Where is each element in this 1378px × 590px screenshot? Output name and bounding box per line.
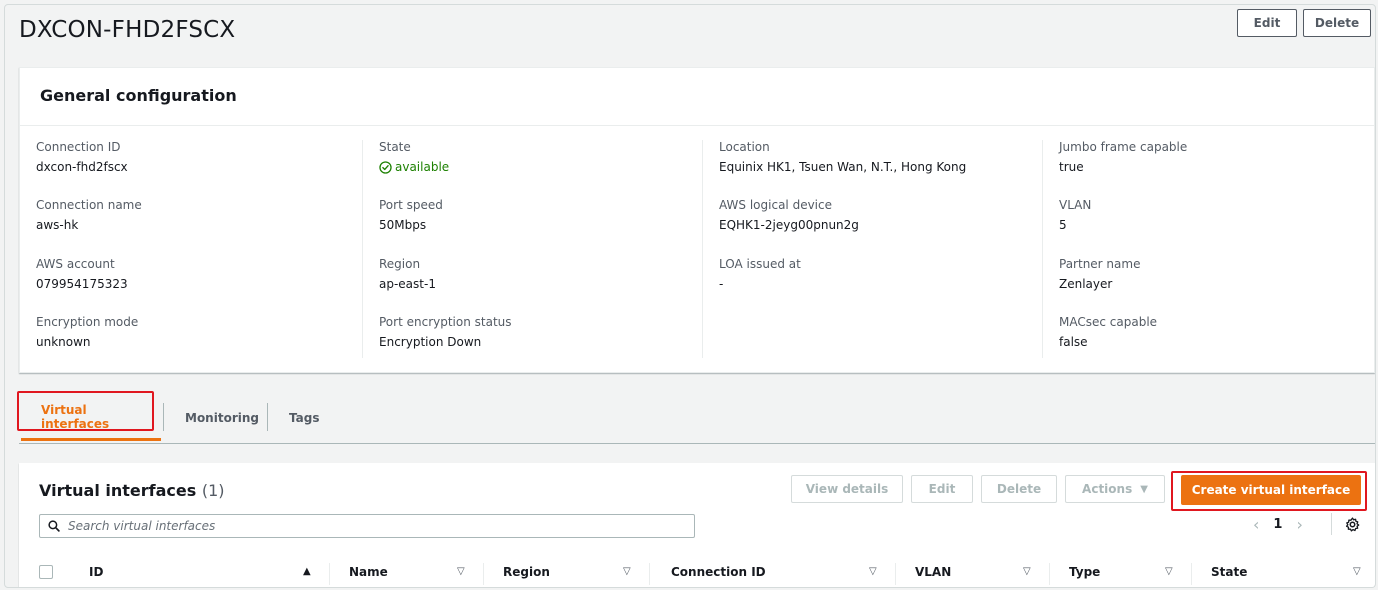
connection-name-label: Connection name: [36, 198, 142, 212]
loa-issued-at-value: -: [719, 277, 724, 291]
gear-icon[interactable]: [1345, 517, 1360, 532]
pager-divider: [1331, 513, 1332, 535]
vlan-value: 5: [1059, 218, 1067, 232]
column-divider: [1191, 563, 1192, 585]
sort-icon[interactable]: ▽: [457, 566, 465, 577]
column-divider: [649, 563, 650, 585]
column-header-vlan[interactable]: VLAN: [915, 565, 951, 579]
search-box[interactable]: [39, 514, 695, 538]
edit-vif-button[interactable]: Edit: [911, 475, 973, 503]
chevron-left-icon[interactable]: ‹: [1253, 515, 1259, 534]
panel-title-count: (1): [201, 481, 225, 500]
search-icon: [48, 520, 60, 532]
column-divider: [483, 563, 484, 585]
sort-icon[interactable]: ▽: [623, 566, 631, 577]
column-header-id[interactable]: ID: [89, 565, 103, 579]
vlan-label: VLAN: [1059, 198, 1092, 212]
encryption-mode-label: Encryption mode: [36, 315, 139, 329]
delete-connection-button[interactable]: Delete: [1303, 9, 1371, 37]
state-value: available: [379, 160, 449, 174]
location-label: Location: [719, 140, 770, 154]
caret-down-icon: ▼: [1140, 483, 1148, 495]
state-label: State: [379, 140, 411, 154]
partner-name-label: Partner name: [1059, 257, 1141, 271]
page-number[interactable]: 1: [1273, 517, 1282, 532]
macsec-capable-value: false: [1059, 335, 1088, 349]
region-value: ap-east-1: [379, 277, 436, 291]
pagination: ‹ 1 ›: [1253, 515, 1303, 534]
search-input[interactable]: [66, 518, 670, 534]
config-column-2: State available Port speed 50Mbps Region…: [362, 140, 702, 358]
sort-ascending-icon[interactable]: ▲: [303, 566, 311, 577]
jumbo-frame-value: true: [1059, 160, 1084, 174]
column-header-name[interactable]: Name: [349, 565, 388, 579]
general-configuration-panel: General configuration Connection ID dxco…: [19, 67, 1375, 373]
column-header-state[interactable]: State: [1211, 565, 1247, 579]
config-column-3: Location Equinix HK1, Tsuen Wan, N.T., H…: [702, 140, 1042, 358]
region-label: Region: [379, 257, 421, 271]
panel-title-text: Virtual interfaces: [39, 481, 197, 500]
encryption-mode-value: unknown: [36, 335, 91, 349]
column-header-connection-id[interactable]: Connection ID: [671, 565, 766, 579]
tab-divider: [163, 403, 164, 431]
view-details-button[interactable]: View details: [791, 475, 903, 503]
connection-id-value: dxcon-fhd2fscx: [36, 160, 128, 174]
macsec-capable-label: MACsec capable: [1059, 315, 1158, 329]
connection-id-label: Connection ID: [36, 140, 121, 154]
actions-dropdown[interactable]: Actions ▼: [1065, 475, 1165, 503]
sort-icon[interactable]: ▽: [1353, 566, 1361, 577]
column-divider: [329, 563, 330, 585]
actions-label: Actions: [1082, 482, 1133, 496]
column-divider: [895, 563, 896, 585]
sort-icon[interactable]: ▽: [1023, 566, 1031, 577]
port-speed-label: Port speed: [379, 198, 443, 212]
highlight-box-create-button: [1171, 471, 1367, 511]
jumbo-frame-label: Jumbo frame capable: [1059, 140, 1188, 154]
aws-logical-device-value: EQHK1-2jeyg00pnun2g: [719, 218, 859, 232]
connection-name-value: aws-hk: [36, 218, 79, 232]
table-header: ID ▲ Name ▽ Region ▽ Connection ID ▽ VLA…: [19, 557, 1375, 587]
column-header-type[interactable]: Type: [1069, 565, 1100, 579]
highlight-box-tab: [17, 391, 154, 431]
detail-tabs: Virtual interfaces Monitoring Tags: [19, 395, 1375, 444]
select-all-checkbox[interactable]: [39, 565, 53, 579]
aws-account-value: 079954175323: [36, 277, 128, 291]
edit-connection-button[interactable]: Edit: [1237, 9, 1297, 37]
column-divider: [1049, 563, 1050, 585]
port-encryption-status-label: Port encryption status: [379, 315, 512, 329]
tab-tags[interactable]: Tags: [269, 395, 329, 441]
check-circle-icon: [379, 160, 392, 174]
state-text: available: [395, 160, 450, 174]
tab-divider: [267, 403, 268, 431]
general-configuration-title: General configuration: [20, 68, 1374, 126]
loa-issued-at-label: LOA issued at: [719, 257, 801, 271]
page-title: DXCON-FHD2FSCX: [19, 17, 236, 43]
virtual-interfaces-title: Virtual interfaces (1): [39, 481, 225, 500]
chevron-right-icon[interactable]: ›: [1296, 515, 1302, 534]
delete-vif-button[interactable]: Delete: [981, 475, 1057, 503]
partner-name-value: Zenlayer: [1059, 277, 1113, 291]
connection-detail-page: DXCON-FHD2FSCX Edit Delete General confi…: [4, 4, 1376, 588]
config-column-1: Connection ID dxcon-fhd2fscx Connection …: [20, 140, 360, 358]
column-header-region[interactable]: Region: [503, 565, 550, 579]
sort-icon[interactable]: ▽: [1165, 566, 1173, 577]
sort-icon[interactable]: ▽: [869, 566, 877, 577]
aws-logical-device-label: AWS logical device: [719, 198, 832, 212]
tab-monitoring[interactable]: Monitoring: [165, 395, 265, 441]
config-column-4: Jumbo frame capable true VLAN 5 Partner …: [1042, 140, 1374, 358]
port-encryption-status-value: Encryption Down: [379, 335, 482, 349]
location-value: Equinix HK1, Tsuen Wan, N.T., Hong Kong: [719, 160, 967, 174]
port-speed-value: 50Mbps: [379, 218, 427, 232]
aws-account-label: AWS account: [36, 257, 115, 271]
